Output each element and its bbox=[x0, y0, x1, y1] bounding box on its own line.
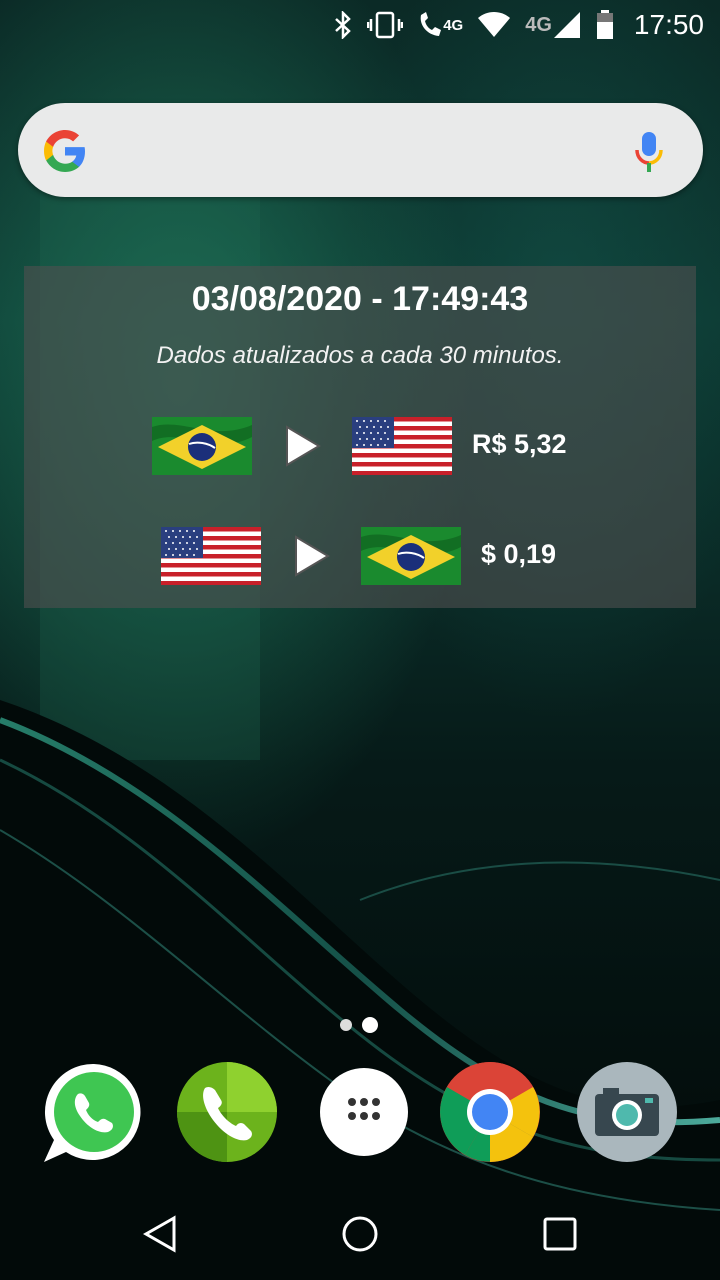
whatsapp-icon[interactable] bbox=[40, 1060, 144, 1164]
brazil-flag-icon bbox=[152, 417, 252, 475]
wifi-calling-icon: 4G bbox=[417, 11, 463, 39]
wifi-icon bbox=[477, 11, 511, 39]
arrow-right-icon bbox=[284, 425, 322, 472]
conversion-value-brl-usd: R$ 5,32 bbox=[472, 429, 567, 459]
app-drawer-icon[interactable] bbox=[312, 1060, 416, 1164]
widget-subtitle: Dados atualizados a cada 30 minutos. bbox=[156, 342, 564, 369]
brazil-flag-icon bbox=[361, 527, 461, 585]
home-icon[interactable] bbox=[336, 1210, 384, 1258]
mic-icon[interactable] bbox=[635, 130, 663, 179]
page-indicator bbox=[340, 1017, 378, 1033]
dock bbox=[0, 1060, 720, 1170]
google-logo-icon bbox=[42, 128, 88, 179]
conversion-value-usd-brl: $ 0,19 bbox=[481, 539, 557, 569]
recents-icon[interactable] bbox=[536, 1210, 584, 1258]
conversion-row-usd-brl: $ 0,19 bbox=[161, 527, 621, 587]
chrome-icon[interactable] bbox=[438, 1060, 542, 1164]
vibrate-icon bbox=[367, 11, 404, 39]
currency-widget[interactable]: 03/08/2020 - 17:49:43 Dados atualizados … bbox=[24, 266, 696, 608]
back-icon[interactable] bbox=[136, 1210, 184, 1258]
status-clock: 17:50 bbox=[633, 9, 704, 40]
network-label-2: 4G bbox=[525, 13, 552, 36]
conversion-row-brl-usd: R$ 5,32 bbox=[152, 417, 612, 477]
navigation-bar bbox=[0, 1190, 720, 1280]
battery-icon bbox=[596, 10, 614, 40]
page-dot bbox=[340, 1019, 352, 1031]
camera-icon[interactable] bbox=[575, 1060, 679, 1164]
phone-icon[interactable] bbox=[175, 1060, 279, 1164]
status-bar: 4G 4G 17:50 bbox=[0, 0, 720, 50]
usa-flag-icon bbox=[161, 527, 261, 585]
google-search-bar[interactable] bbox=[18, 103, 703, 197]
cell-signal-icon: 4G bbox=[525, 10, 582, 40]
bluetooth-icon bbox=[333, 11, 353, 39]
page-dot-active bbox=[362, 1017, 378, 1033]
arrow-right-icon bbox=[293, 535, 331, 582]
network-label-1: 4G bbox=[443, 16, 464, 34]
usa-flag-icon bbox=[352, 417, 452, 475]
widget-datetime: 03/08/2020 - 17:49:43 bbox=[191, 280, 529, 318]
